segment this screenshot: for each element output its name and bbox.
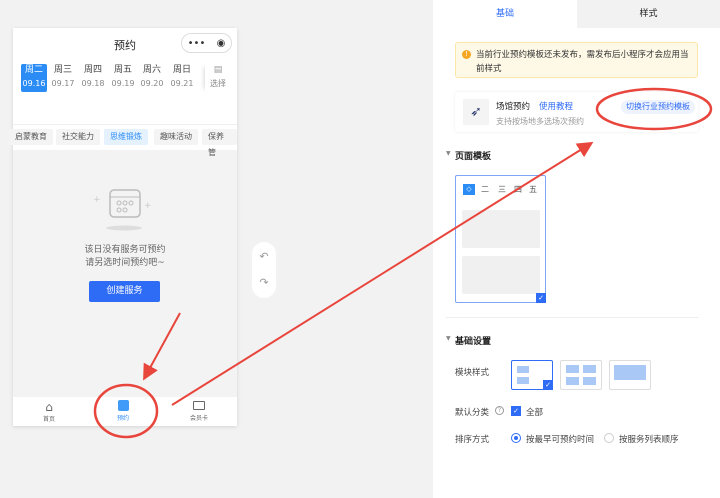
svg-text:+: + xyxy=(144,201,152,211)
sort-option-label: 按最早可预约时间 xyxy=(526,435,595,445)
date-week: 周二 xyxy=(24,65,43,75)
empty-calendar-icon: ++ xyxy=(93,189,152,231)
date-item[interactable]: 周三 09.17 xyxy=(50,64,76,92)
category-tab[interactable]: 保养管 xyxy=(202,129,237,157)
phone-preview: 预约 ••• ◉ 周二 09.16 周三 09.17 周四 09.18 周五 09.19 … xyxy=(9,28,237,426)
create-service-button[interactable]: 创建服务 xyxy=(89,281,160,302)
phone-header: 预约 ••• ◉ 周二 09.16 周三 09.17 周四 09.18 周五 09.19 … xyxy=(13,28,237,124)
template-name: 场馆预约 xyxy=(496,102,531,112)
date-week: 周四 xyxy=(83,65,102,75)
module-style-list[interactable]: ✓ xyxy=(511,360,553,390)
date-item[interactable]: 周六 09.20 xyxy=(139,64,165,92)
help-icon[interactable]: ? xyxy=(495,406,504,415)
tab-label: 首页 xyxy=(42,416,55,423)
date-day: 09.21 xyxy=(170,79,194,88)
category-tab[interactable]: 启蒙教育 xyxy=(9,129,53,145)
category-bar: 启蒙教育 社交能力 思维锻炼 趣味活动 保养管 xyxy=(9,124,237,157)
thumb-image xyxy=(583,377,596,385)
section-title: 基础设置 xyxy=(455,337,492,347)
thumb-image xyxy=(517,377,529,384)
sort-radio-earliest[interactable] xyxy=(511,433,521,443)
select-date-button[interactable]: ▤ 选择 xyxy=(205,64,231,92)
check-icon: ✓ xyxy=(543,380,553,390)
notice-text: 当前行业预约模板还未发布，需发布后小程序才会应用当前样式 xyxy=(476,50,689,74)
date-day: 09.16 xyxy=(22,79,46,88)
more-icon[interactable]: ••• xyxy=(188,38,206,49)
module-style-large[interactable] xyxy=(609,360,651,390)
preview-tab: ◇ xyxy=(463,184,475,195)
date-week: 周六 xyxy=(142,65,161,75)
thumb-image xyxy=(583,365,596,373)
tab-member-card[interactable]: 会员卡 xyxy=(174,400,224,422)
tab-basic[interactable]: 基础 xyxy=(433,0,577,28)
date-item[interactable]: 周日 09.21 xyxy=(169,64,195,92)
miniprogram-capsule[interactable]: ••• ◉ xyxy=(181,33,232,53)
preview-tab: 五 xyxy=(529,185,537,194)
template-desc: 支持按场地多选场次预约 xyxy=(496,117,584,126)
preview-tab: 四 xyxy=(514,185,522,194)
tutorial-link[interactable]: 使用教程 xyxy=(539,100,573,112)
date-week: 周五 xyxy=(113,65,132,75)
booking-icon xyxy=(117,400,129,411)
collapse-icon[interactable]: ▼ xyxy=(446,150,451,157)
tab-home[interactable]: ⌂ 首页 xyxy=(24,400,74,423)
category-checkbox-label: 全部 xyxy=(526,408,544,418)
section-title: 页面模板 xyxy=(455,152,492,162)
default-category-label: 默认分类 xyxy=(455,408,490,418)
shuttlecock-icon: ➶ xyxy=(463,99,489,125)
collapse-icon[interactable]: ▼ xyxy=(446,335,451,342)
sort-label: 排序方式 xyxy=(455,435,490,445)
warning-icon: ! xyxy=(462,50,471,59)
empty-hint: 请另选时间预约吧~ xyxy=(85,258,165,268)
divider xyxy=(446,317,699,318)
date-item[interactable]: 周四 09.18 xyxy=(80,64,106,92)
switch-template-button[interactable]: 切换行业预约模板 xyxy=(621,100,695,114)
date-item[interactable]: 周二 09.16 xyxy=(21,64,47,92)
calendar-icon: ▤ xyxy=(213,65,223,75)
settings-panel: 基础 样式 ! 当前行业预约模板还未发布，需发布后小程序才会应用当前样式 ➶ 场… xyxy=(433,0,720,498)
thumb-image xyxy=(566,377,579,385)
date-week: 周三 xyxy=(53,65,72,75)
category-checkbox[interactable]: ✓ xyxy=(511,406,521,416)
tab-style[interactable]: 样式 xyxy=(577,0,720,28)
sort-radio-list-order[interactable] xyxy=(604,433,614,443)
category-tab[interactable]: 思维锻炼 xyxy=(104,129,148,145)
select-label: 选择 xyxy=(210,79,226,88)
thumb-image xyxy=(566,365,579,373)
thumb-image xyxy=(614,365,646,380)
tab-bar: ⌂ 首页 预约 会员卡 xyxy=(13,397,237,426)
thumb-image xyxy=(517,366,529,373)
category-tab[interactable]: 趣味活动 xyxy=(154,129,198,145)
home-icon: ⌂ xyxy=(45,400,53,414)
tab-label: 会员卡 xyxy=(189,415,208,422)
undo-icon[interactable]: ↶ xyxy=(252,244,276,270)
page-template-option[interactable]: ◇ 二 三 四 五 ✓ xyxy=(455,175,546,303)
history-controls: ↶ ↷ xyxy=(252,242,276,298)
date-day: 09.19 xyxy=(111,79,135,88)
preview-tab: 三 xyxy=(498,185,506,194)
preview-tab: 二 xyxy=(481,185,489,194)
date-day: 09.20 xyxy=(140,79,164,88)
module-style-grid[interactable] xyxy=(560,360,602,390)
template-card: ➶ 场馆预约 使用教程 支持按场地多选场次预约 切换行业预约模板 xyxy=(455,92,698,132)
close-target-icon[interactable]: ◉ xyxy=(217,38,226,49)
tab-booking[interactable]: 预约 xyxy=(98,400,148,422)
preview-block xyxy=(462,256,540,294)
preview-block xyxy=(462,210,540,248)
date-item[interactable]: 周五 09.19 xyxy=(110,64,136,92)
date-day: 09.18 xyxy=(81,79,105,88)
date-week: 周日 xyxy=(172,65,191,75)
category-tab[interactable]: 社交能力 xyxy=(56,129,100,145)
card-icon xyxy=(193,401,205,410)
redo-icon[interactable]: ↷ xyxy=(252,270,276,296)
module-style-label: 模块样式 xyxy=(455,368,490,378)
tab-label: 预约 xyxy=(116,415,129,422)
check-icon: ✓ xyxy=(536,293,546,303)
notice-banner: ! 当前行业预约模板还未发布，需发布后小程序才会应用当前样式 xyxy=(455,42,698,78)
date-day: 09.17 xyxy=(51,79,75,88)
empty-message: 该日没有服务可预约 xyxy=(84,245,166,255)
svg-text:+: + xyxy=(93,195,101,205)
sort-option-label: 按服务列表顺序 xyxy=(619,435,679,445)
